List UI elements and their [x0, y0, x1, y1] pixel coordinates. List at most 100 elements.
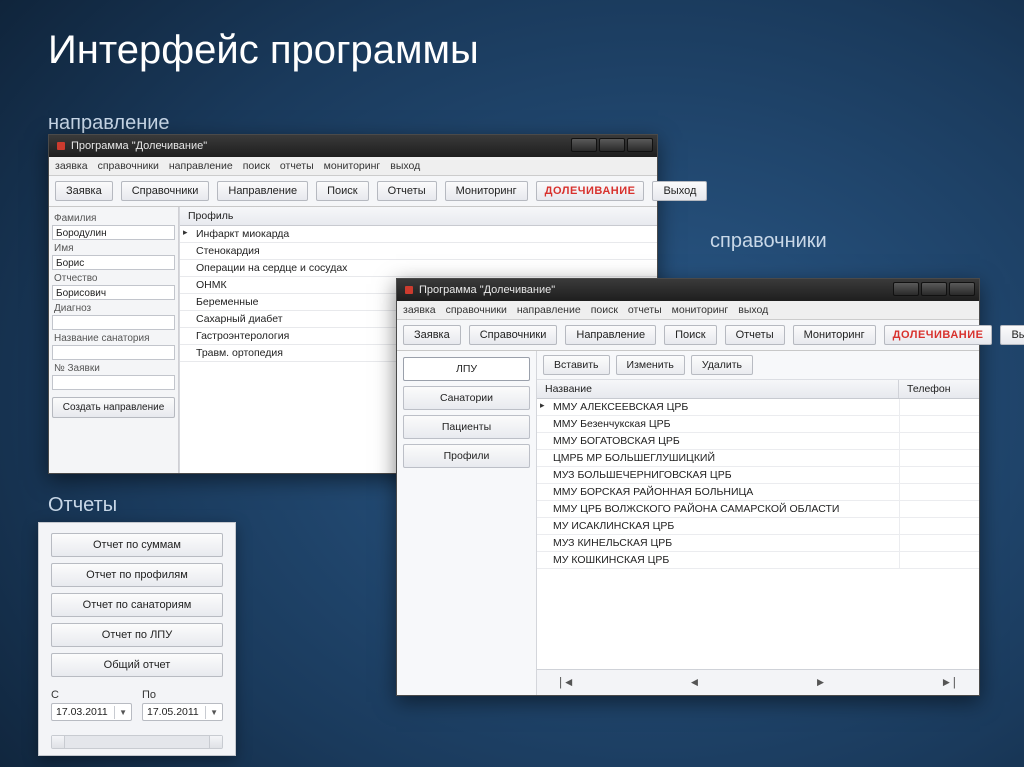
toolbar-otchety-button[interactable]: Отчеты — [377, 181, 437, 201]
label-request-number: № Заявки — [52, 361, 175, 374]
window-controls — [571, 138, 653, 152]
category-profiles-button[interactable]: Профили — [403, 444, 530, 468]
toolbar-exit-button[interactable]: Выход — [652, 181, 707, 201]
date-from-picker[interactable]: 17.03.2011 ▼ — [51, 703, 132, 721]
toolbar-poisk-button[interactable]: Поиск — [316, 181, 368, 201]
menu-item[interactable]: поиск — [591, 304, 618, 316]
report-sanatoriums-button[interactable]: Отчет по санаториям — [51, 593, 223, 617]
minimize-button[interactable] — [893, 282, 919, 296]
maximize-button[interactable] — [921, 282, 947, 296]
date-to-value: 17.05.2011 — [143, 704, 205, 720]
toolbar-napravlenie-button[interactable]: Направление — [565, 325, 656, 345]
category-lpu-button[interactable]: ЛПУ — [403, 357, 530, 381]
nav-next-button[interactable]: ► — [817, 676, 825, 690]
close-button[interactable] — [949, 282, 975, 296]
nav-first-button[interactable]: |◄ — [557, 676, 573, 690]
menu-item[interactable]: отчеты — [628, 304, 662, 316]
menu-item[interactable]: отчеты — [280, 160, 314, 172]
menu-item[interactable]: заявка — [55, 160, 88, 172]
toolbar-spravochniki-button[interactable]: Справочники — [121, 181, 210, 201]
caption-references: справочники — [710, 230, 827, 253]
menu-item[interactable]: выход — [390, 160, 420, 172]
toolbar-monitoring-button[interactable]: Мониторинг — [445, 181, 528, 201]
toolbar-zayavka-button[interactable]: Заявка — [403, 325, 461, 345]
report-sums-button[interactable]: Отчет по суммам — [51, 533, 223, 557]
input-request-number[interactable] — [52, 375, 175, 390]
label-diagnosis: Диагноз — [52, 301, 175, 314]
insert-button[interactable]: Вставить — [543, 355, 610, 375]
table-row[interactable]: МУ КОШКИНСКАЯ ЦРБ — [537, 552, 979, 569]
minimize-button[interactable] — [571, 138, 597, 152]
window-references: Программа "Долечивание" заявка справочни… — [396, 278, 980, 696]
col-name[interactable]: Название — [537, 380, 899, 398]
grid-actions: Вставить Изменить Удалить — [537, 351, 979, 380]
table-row[interactable]: ММУ АЛЕКСЕЕВСКАЯ ЦРБ — [537, 399, 979, 416]
chevron-down-icon[interactable]: ▼ — [205, 706, 222, 719]
list-item[interactable]: Стенокардия — [180, 243, 657, 260]
horizontal-scrollbar[interactable] — [51, 735, 223, 749]
menubar: заявка справочники направление поиск отч… — [49, 157, 657, 176]
menu-item[interactable]: мониторинг — [672, 304, 729, 316]
input-name[interactable]: Борис — [52, 255, 175, 270]
table-row[interactable]: ММУ БОРСКАЯ РАЙОННАЯ БОЛЬНИЦА — [537, 484, 979, 501]
menu-item[interactable]: поиск — [243, 160, 270, 172]
menu-item[interactable]: направление — [517, 304, 581, 316]
col-phone[interactable]: Телефон — [899, 380, 979, 398]
menu-item[interactable]: мониторинг — [324, 160, 381, 172]
titlebar[interactable]: Программа "Долечивание" — [397, 279, 979, 301]
toolbar-exit-button[interactable]: Выход — [1000, 325, 1024, 345]
input-patronymic[interactable]: Борисович — [52, 285, 175, 300]
slide-title: Интерфейс программы — [48, 28, 479, 73]
close-button[interactable] — [627, 138, 653, 152]
report-general-button[interactable]: Общий отчет — [51, 653, 223, 677]
edit-button[interactable]: Изменить — [616, 355, 685, 375]
chevron-down-icon[interactable]: ▼ — [114, 706, 131, 719]
table-row[interactable]: ЦМРБ МР БОЛЬШЕГЛУШИЦКИЙ — [537, 450, 979, 467]
delete-button[interactable]: Удалить — [691, 355, 753, 375]
create-direction-button[interactable]: Создать направление — [52, 397, 175, 418]
toolbar-spravochniki-button[interactable]: Справочники — [469, 325, 558, 345]
app-icon — [57, 142, 65, 150]
toolbar-zayavka-button[interactable]: Заявка — [55, 181, 113, 201]
app-icon — [405, 286, 413, 294]
toolbar: Заявка Справочники Направление Поиск Отч… — [397, 320, 979, 351]
menu-item[interactable]: справочники — [446, 304, 507, 316]
table-row[interactable]: ММУ ЦРБ ВОЛЖСКОГО РАЙОНА САМАРСКОЙ ОБЛАС… — [537, 501, 979, 518]
date-from-value: 17.03.2011 — [52, 704, 114, 720]
nav-prev-button[interactable]: ◄ — [691, 676, 699, 690]
menubar: заявка справочники направление поиск отч… — [397, 301, 979, 320]
list-item[interactable]: Инфаркт миокарда — [180, 226, 657, 243]
input-sanatorium[interactable] — [52, 345, 175, 360]
table-row[interactable]: МУЗ БОЛЬШЕЧЕРНИГОВСКАЯ ЦРБ — [537, 467, 979, 484]
report-profiles-button[interactable]: Отчет по профилям — [51, 563, 223, 587]
table-row[interactable]: ММУ БОГАТОВСКАЯ ЦРБ — [537, 433, 979, 450]
report-lpu-button[interactable]: Отчет по ЛПУ — [51, 623, 223, 647]
toolbar-poisk-button[interactable]: Поиск — [664, 325, 716, 345]
category-sanatoriums-button[interactable]: Санатории — [403, 386, 530, 410]
window-title: Программа "Долечивание" — [419, 284, 555, 296]
nav-last-button[interactable]: ►| — [943, 676, 959, 690]
list-item[interactable]: Операции на сердце и сосудах — [180, 260, 657, 277]
reference-grid-panel: Вставить Изменить Удалить Название Телеф… — [537, 351, 979, 695]
table-row[interactable]: МУ ИСАКЛИНСКАЯ ЦРБ — [537, 518, 979, 535]
date-to-picker[interactable]: 17.05.2011 ▼ — [142, 703, 223, 721]
toolbar-napravlenie-button[interactable]: Направление — [217, 181, 308, 201]
table-row[interactable]: МУЗ КИНЕЛЬСКАЯ ЦРБ — [537, 535, 979, 552]
grid-body[interactable]: ММУ АЛЕКСЕЕВСКАЯ ЦРБ ММУ Безенчукская ЦР… — [537, 399, 979, 669]
label-patronymic: Отчество — [52, 271, 175, 284]
toolbar-monitoring-button[interactable]: Мониторинг — [793, 325, 876, 345]
maximize-button[interactable] — [599, 138, 625, 152]
toolbar-brand-label: ДОЛЕЧИВАНИЕ — [884, 325, 993, 345]
table-row[interactable]: ММУ Безенчукская ЦРБ — [537, 416, 979, 433]
toolbar-otchety-button[interactable]: Отчеты — [725, 325, 785, 345]
titlebar[interactable]: Программа "Долечивание" — [49, 135, 657, 157]
menu-item[interactable]: направление — [169, 160, 233, 172]
input-surname[interactable]: Бородулин — [52, 225, 175, 240]
menu-item[interactable]: выход — [738, 304, 768, 316]
menu-item[interactable]: заявка — [403, 304, 436, 316]
label-name: Имя — [52, 241, 175, 254]
input-diagnosis[interactable] — [52, 315, 175, 330]
window-title: Программа "Долечивание" — [71, 140, 207, 152]
category-patients-button[interactable]: Пациенты — [403, 415, 530, 439]
menu-item[interactable]: справочники — [98, 160, 159, 172]
